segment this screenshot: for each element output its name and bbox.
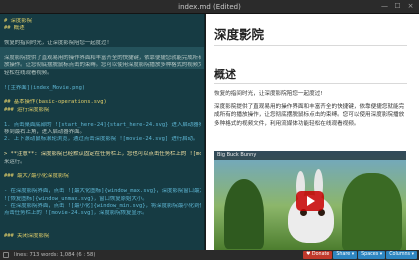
editor-line: 1. 点击桌面底部的 ![start_here-24]{start_here-2… <box>4 121 201 128</box>
editor-line: ## 概述 <box>4 25 25 32</box>
share-button[interactable]: Share ▾ <box>333 251 358 259</box>
editor-line: # 深度影院 <box>4 18 33 24</box>
editor-line: 移到最右上角，进入启动器界面。 <box>4 129 85 135</box>
editor-line: 来运行。 <box>4 158 26 165</box>
editor-line: - 在深度影院界面，点击 ![最小化]{window_min.svg}，将深度影… <box>4 203 201 209</box>
tree-shape <box>224 179 264 249</box>
window-controls: — ☐ × <box>380 2 415 11</box>
editor-line: ![恢复图标]{window_unmax.svg}，窗口恢复原始大小。 <box>4 195 148 202</box>
editor-line: > **注意**: 深度影院已经默认固定在任务栏上，您也可以点击任务栏上的 ![… <box>4 151 201 158</box>
preview-paragraph: 深度影院提供了直观易用的操作界面和丰富齐全的快捷键，依靠便捷您就能完成所有的播放… <box>214 104 405 127</box>
donate-button[interactable]: ♥ Donate <box>303 251 333 259</box>
editor-line: 轻松在线观看视频。 <box>4 69 53 76</box>
editor-line: ### 运行深度影院 <box>4 106 50 113</box>
editor-line: 深度影院提供了直观易用的操作界面和丰富齐全的快捷键，依靠便捷您就能完成所有的播放… <box>4 55 201 61</box>
document-stats: lines: 713 words: 1,084 (6 : 58) <box>14 252 96 258</box>
markdown-editor[interactable]: # 深度影院 ## 概述恢复的指间时光，让深度影院陪您一起度过! 深度影院提供了直观… <box>0 14 205 250</box>
markdown-preview: 深度影院 概述 恢复的指间时光，让深度影院陪您一起度过! 深度影院提供了直观易用… <box>206 14 419 250</box>
window-title: index.md (Edited) <box>178 2 241 11</box>
title-bar: index.md (Edited) — ☐ × <box>0 0 419 14</box>
preview-heading-1: 深度影院 <box>214 27 265 42</box>
sidebar-toggle-icon[interactable] <box>3 252 9 258</box>
editor-line: ### 关闭深度影院 <box>4 232 50 239</box>
heading-divider <box>214 83 407 84</box>
heading-divider <box>214 45 407 46</box>
preview-heading-2: 概述 <box>214 68 236 81</box>
play-icon[interactable] <box>296 191 324 211</box>
editor-line: 恢复的指间时光，让深度影院陪您一起度过! <box>4 40 110 47</box>
editor-line: 放操作。让您彻底摆脱鼠标点击的束缚。您可以使用深度影院播放多种格式的视频文件，利… <box>4 62 201 69</box>
editor-line: 2. 上下滚动鼠标滚轮浏览，通过点击深度影院 ![movie-24.svg] 进… <box>4 136 199 143</box>
columns-button[interactable]: Columns ▾ <box>386 251 417 259</box>
preview-paragraph: 恢复的指间时光，让深度影院陪您一起度过! <box>214 91 323 97</box>
editor-line: ### 最大/最小化深度影院 <box>4 173 69 180</box>
editor-line: - 在深度影院界面，点击 ![最大化图标]{window_max.svg}，深度… <box>4 188 201 195</box>
tree-shape <box>342 173 402 250</box>
editor-line: 点击任务栏上的 ![movie-24.svg]，深度影院恢复显示。 <box>4 210 148 217</box>
status-bar: lines: 713 words: 1,084 (6 : 58) ♥ Donat… <box>0 250 419 260</box>
preview-image: Big Buck Bunny <box>214 151 406 250</box>
status-buttons: ♥ Donate Share ▾ Spaces ▾ Columns ▾ <box>303 251 417 259</box>
maximize-icon[interactable]: ☐ <box>393 2 402 11</box>
editor-line: ## 基本操作(basic-operations.svg) <box>4 99 107 106</box>
close-icon[interactable]: × <box>406 2 415 11</box>
editor-line: ![主界面](index_Movie.png) <box>4 84 86 91</box>
video-title-bar: Big Buck Bunny <box>214 151 406 160</box>
video-title: Big Buck Bunny <box>217 152 257 158</box>
spaces-button[interactable]: Spaces ▾ <box>358 251 386 259</box>
minimize-icon[interactable]: — <box>380 2 389 11</box>
